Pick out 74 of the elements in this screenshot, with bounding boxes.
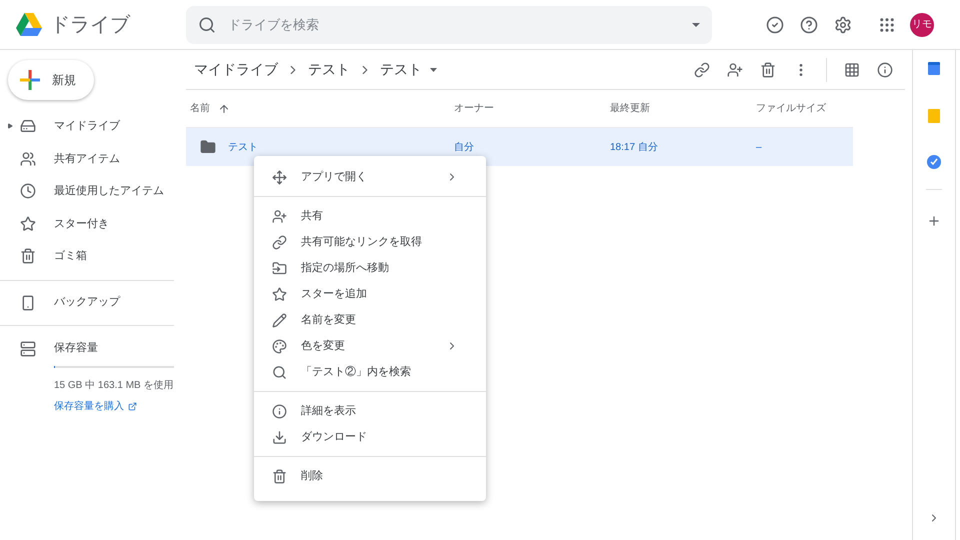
sidebar-item[interactable]: マイドライブ — [0, 110, 186, 142]
check-badge-icon[interactable] — [927, 155, 941, 169]
menu-item[interactable]: 共有 — [254, 203, 486, 229]
settings-icon[interactable] — [834, 16, 852, 34]
sidebar-item[interactable]: スター付き — [0, 208, 186, 240]
table-cell-text: 18:17 自分 — [610, 140, 659, 154]
menu-item[interactable]: 共有可能なリンクを取得 — [254, 229, 486, 255]
sidebar-item[interactable]: 最近使用したアイテム — [0, 175, 186, 208]
breadcrumb-item[interactable]: マイドライブ — [194, 59, 278, 80]
help-icon[interactable] — [800, 16, 818, 34]
storage-icon — [20, 340, 36, 356]
trash-icon[interactable] — [760, 62, 776, 78]
buy-storage-link[interactable]: 保存容量を購入 — [54, 398, 137, 414]
add-person-icon[interactable] — [727, 62, 743, 78]
search-field[interactable]: ドライブを検索 — [228, 14, 680, 34]
sidebar-item[interactable]: 共有アイテム — [0, 142, 186, 175]
trash-icon — [20, 248, 36, 264]
add-icon[interactable] — [927, 214, 941, 228]
folder-arrow-icon — [272, 260, 287, 276]
add-person-icon — [272, 208, 287, 224]
menu-item[interactable]: 「テスト②」内を検索 — [254, 359, 486, 385]
account-avatar[interactable]: リモ — [910, 12, 934, 36]
expand-caret-icon[interactable] — [7, 123, 13, 130]
move-arrows-icon — [272, 170, 287, 184]
drive-icon — [20, 118, 36, 134]
dropdown-caret-icon[interactable] — [430, 68, 437, 72]
sidebar-item[interactable]: ゴミ箱 — [0, 240, 186, 272]
column-header[interactable]: ファイルサイズ — [756, 103, 826, 114]
external-link-icon — [128, 402, 137, 410]
menu-item[interactable]: 詳細を表示 — [254, 398, 486, 424]
menu-item[interactable]: 削除 — [254, 463, 486, 489]
palette-icon — [272, 338, 287, 354]
check-circle-icon[interactable] — [766, 16, 784, 34]
column-header[interactable]: 最終更新 — [610, 103, 650, 114]
trash-icon — [272, 468, 287, 484]
table-cell-text: 自分 — [454, 140, 475, 154]
people-icon — [20, 150, 36, 167]
sidebar-item[interactable]: 保存容量 — [0, 336, 174, 362]
download-icon — [272, 430, 287, 444]
dropdown-caret-icon[interactable] — [692, 22, 700, 26]
column-header[interactable]: オーナー — [454, 103, 494, 114]
plus-icon — [20, 70, 40, 90]
menu-item[interactable]: ダウンロード — [254, 424, 486, 450]
star-icon — [272, 286, 287, 302]
sort-arrow-icon[interactable] — [218, 102, 230, 114]
search-icon — [272, 364, 287, 380]
folder-icon — [200, 139, 216, 155]
info-icon[interactable] — [877, 62, 893, 78]
grid-view-icon[interactable] — [844, 62, 860, 78]
pencil-icon — [272, 312, 287, 328]
table-cell-text: テスト — [228, 140, 258, 154]
search-icon — [198, 16, 216, 34]
search-bar[interactable]: ドライブを検索 — [186, 6, 712, 44]
clock-icon — [20, 183, 36, 200]
apps-grid-icon[interactable] — [878, 16, 896, 34]
new-button[interactable]: 新規 — [8, 60, 94, 100]
table-cell-text: – — [756, 140, 763, 154]
file-row[interactable]: テスト 自分 18:17 自分 – — [186, 128, 853, 166]
menu-item[interactable]: 名前を変更 — [254, 307, 486, 333]
storage-usage: 15 GB 中 163.1 MB を使用 — [54, 378, 174, 392]
info-icon — [272, 404, 287, 418]
column-header[interactable]: 名前 — [190, 101, 210, 116]
star-icon — [20, 216, 36, 232]
menu-item[interactable]: 色を変更 — [254, 333, 486, 359]
menu-item[interactable]: スターを追加 — [254, 281, 486, 307]
drive-logo-icon — [16, 12, 42, 36]
breadcrumb-item[interactable]: テスト — [380, 59, 422, 80]
app-title: ドライブ — [50, 12, 130, 38]
link-icon[interactable] — [694, 62, 710, 78]
breadcrumb-item[interactable]: テスト — [308, 59, 350, 80]
link-icon — [272, 234, 287, 250]
menu-item[interactable]: 指定の場所へ移動 — [254, 255, 486, 281]
sidebar-item[interactable]: バックアップ — [0, 288, 174, 318]
menu-item[interactable]: アプリで開く — [254, 164, 486, 190]
